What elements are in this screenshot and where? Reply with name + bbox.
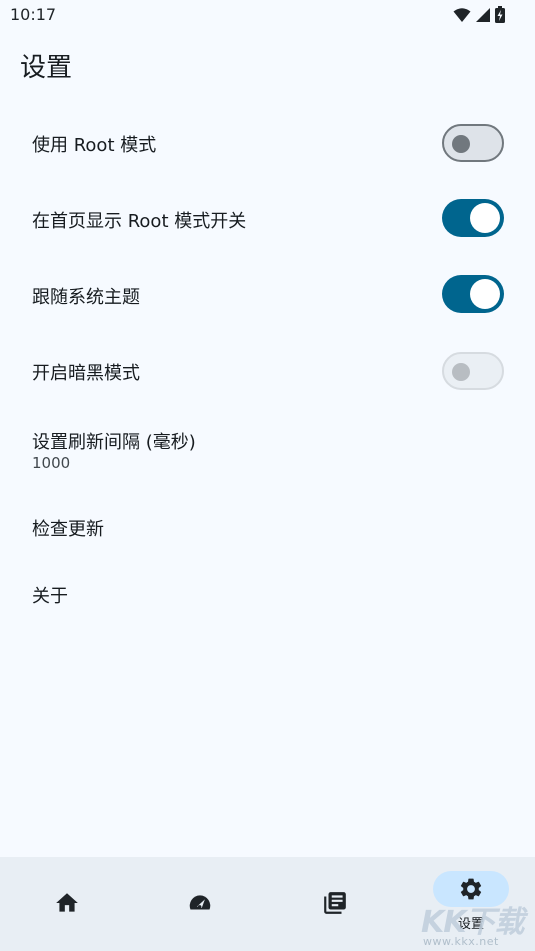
setting-show-root-toggle-on-home[interactable]: 在首页显示 Root 模式开关: [0, 187, 535, 251]
setting-label: 关于: [32, 586, 68, 607]
nav-item-settings[interactable]: 设置: [404, 857, 535, 951]
use-root-mode-switch[interactable]: [442, 124, 504, 162]
setting-label: 在首页显示 Root 模式开关: [32, 211, 247, 232]
nav-label: 设置: [457, 917, 484, 932]
setting-label: 检查更新: [32, 519, 104, 540]
home-icon: [56, 893, 78, 912]
switch-knob: [470, 279, 500, 309]
battery-charging-icon: [495, 6, 505, 23]
setting-follow-system-theme[interactable]: 跟随系统主题: [0, 263, 535, 327]
setting-check-update[interactable]: 检查更新: [0, 495, 535, 555]
status-bar: 10:17: [0, 0, 535, 30]
setting-label: 开启暗黑模式: [32, 363, 140, 384]
nav-item-home[interactable]: [0, 857, 134, 951]
dark-mode-switch[interactable]: [442, 352, 504, 390]
setting-refresh-interval[interactable]: 设置刷新间隔 (毫秒) 1000: [0, 415, 535, 481]
bottom-navigation-bar: 设置: [0, 857, 535, 951]
setting-label: 使用 Root 模式: [32, 135, 157, 156]
nav-item-dashboard[interactable]: [133, 857, 267, 951]
refresh-interval-value: 1000: [32, 454, 71, 472]
show-root-toggle-switch[interactable]: [442, 199, 504, 237]
cell-signal-icon: [476, 7, 490, 22]
status-time: 10:17: [10, 5, 57, 24]
setting-use-root-mode[interactable]: 使用 Root 模式: [0, 111, 535, 175]
wifi-icon: [453, 7, 471, 22]
setting-about[interactable]: 关于: [0, 562, 535, 622]
library-books-icon: [324, 892, 346, 914]
setting-label: 设置刷新间隔 (毫秒): [32, 432, 196, 453]
nav-item-library[interactable]: [268, 857, 402, 951]
speedometer-icon: [189, 895, 211, 910]
page-title: 设置: [20, 53, 73, 83]
gear-icon: [460, 878, 482, 900]
status-icons: [453, 6, 505, 23]
setting-dark-mode[interactable]: 开启暗黑模式: [0, 339, 535, 403]
switch-knob: [452, 363, 470, 381]
switch-knob: [452, 134, 470, 153]
switch-knob: [470, 203, 500, 233]
setting-label: 跟随系统主题: [32, 287, 140, 308]
follow-system-theme-switch[interactable]: [442, 275, 504, 313]
